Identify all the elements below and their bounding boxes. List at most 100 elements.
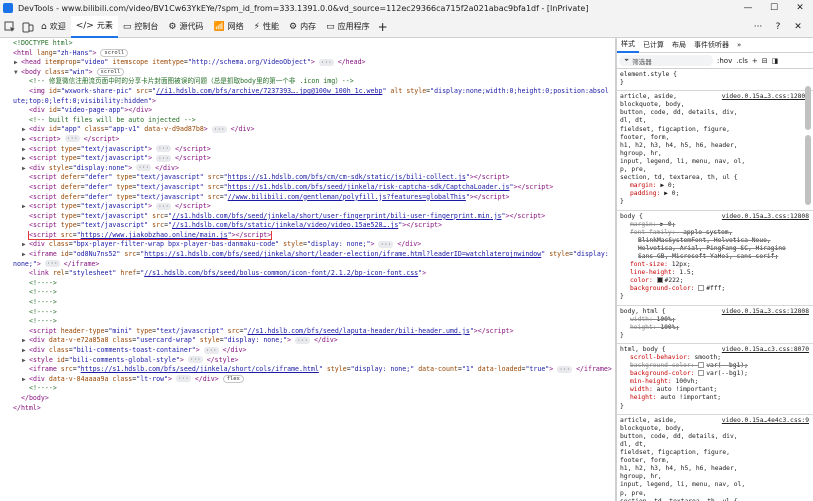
dom-node-line[interactable]: <img id="wxwork-share-pic" src="//i1.hds…	[0, 87, 615, 97]
css-rule[interactable]: element.style {}	[617, 69, 813, 92]
expand-triangle-icon[interactable]: ▶	[22, 135, 29, 145]
dom-node-line[interactable]: <script defer="defer" type="text/javascr…	[0, 173, 615, 183]
css-property[interactable]: font-size: 12px;	[620, 261, 810, 269]
css-rule[interactable]: article, aside, blockquote, body, button…	[617, 91, 813, 211]
expand-triangle-icon[interactable]: ▶	[22, 375, 29, 385]
css-property[interactable]: width: auto !important;	[620, 386, 810, 394]
css-rule[interactable]: body {video.0.15a…3.css:12808 margin: ▶ 0…	[617, 211, 813, 306]
css-property[interactable]: color: #222;	[620, 277, 810, 285]
maximize-button[interactable]: ☐	[761, 0, 787, 16]
tab-event-listeners[interactable]: 事件侦听器	[690, 38, 733, 53]
dom-node-line[interactable]: </body>	[0, 394, 615, 404]
styles-scrollbar-thumb-2[interactable]	[805, 135, 811, 205]
dom-node-line[interactable]: <iframe src="https://s1.hdslb.com/bfs/se…	[0, 365, 615, 375]
styles-scrollbar-thumb-1[interactable]	[805, 86, 811, 130]
dom-node-line[interactable]: <!---->	[0, 279, 615, 289]
css-property[interactable]: line-height: 1.5;	[620, 269, 810, 277]
more-tabs-button[interactable]: »	[733, 38, 745, 53]
tab-sources[interactable]: ⚙ 源代码	[163, 16, 208, 38]
dom-node-line[interactable]: <script type="text/javascript" src="//s1…	[0, 221, 615, 231]
dom-node-line[interactable]: <link rel="stylesheet" href="//s1.hdslb.…	[0, 269, 615, 279]
dom-node-line[interactable]: ▶ <div data-v-e72a85a8 class="usercard-wr…	[0, 336, 615, 346]
css-property[interactable]: margin: ▶ 0;	[620, 182, 810, 190]
dom-node-line[interactable]: </html>	[0, 404, 615, 414]
css-property[interactable]: background-color: #fff;	[620, 285, 810, 293]
css-property[interactable]: padding: ▶ 0;	[620, 190, 810, 198]
css-property[interactable]: Helvetica, Arial, PingFang SC, Hiragino	[620, 245, 810, 253]
dom-node-line[interactable]: ute;top:0;left:0;visibility:hidden">	[0, 97, 615, 107]
css-source-link[interactable]: video.0.15a…c3.css:8070	[722, 346, 809, 354]
dom-node-line[interactable]: ▶ <script type="text/javascript"> ··· </s…	[0, 202, 615, 212]
dom-node-line[interactable]: <script defer="defer" type="text/javascr…	[0, 193, 615, 203]
window-close-button[interactable]: ✕	[787, 0, 813, 16]
css-property[interactable]: height: auto !important;	[620, 394, 810, 402]
tab-network[interactable]: 📶 网络	[208, 16, 248, 38]
css-property[interactable]: height: 100%;	[620, 324, 810, 332]
dom-node-line[interactable]: ▶ <style id="bili-comments-global-style">…	[0, 356, 615, 366]
tab-welcome[interactable]: ⌂ 欢迎	[36, 16, 71, 38]
tab-styles[interactable]: 样式	[617, 38, 639, 53]
dom-node-line[interactable]: <!DOCTYPE html>	[0, 39, 615, 49]
dom-node-line[interactable]: ▶ <div data-v-84aaaa9a class="lt-row"> ··…	[0, 374, 615, 385]
tab-application[interactable]: ▭ 应用程序	[321, 16, 375, 38]
dom-node-line[interactable]: ▶ <iframe id="od8Nu7ns52" src="https://s1…	[0, 250, 615, 260]
dom-tree[interactable]: <!DOCTYPE html> <html lang="zh-Hans"> scr…	[0, 38, 615, 501]
dom-node-line[interactable]: <!---->	[0, 288, 615, 298]
dom-node-line[interactable]: <!---->	[0, 384, 615, 394]
dom-node-line[interactable]: <script header-type="mini" type="text/ja…	[0, 327, 615, 337]
collapse-triangle-icon[interactable]: ▼	[14, 68, 21, 78]
hover-state-button[interactable]: :hov	[717, 57, 732, 65]
css-rule[interactable]: html, body {video.0.15a…c3.css:8070 scrol…	[617, 344, 813, 415]
tab-computed[interactable]: 已计算	[639, 38, 668, 53]
expand-triangle-icon[interactable]: ▶	[22, 125, 29, 135]
new-rule-button[interactable]: +	[752, 57, 758, 65]
expand-triangle-icon[interactable]: ▶	[14, 58, 21, 68]
expand-triangle-icon[interactable]: ▶	[22, 356, 29, 366]
dom-node-line[interactable]: <div id="video-page-app"></div>	[0, 106, 615, 116]
sidebar-toggle-icon[interactable]: ◨	[772, 57, 779, 65]
color-swatch[interactable]	[656, 277, 663, 284]
css-source-link[interactable]: video.0.15a…3.css:12808	[722, 308, 809, 316]
dom-node-line[interactable]: ▶ <head itemprop="video" itemscope itemty…	[0, 58, 615, 68]
dom-node-line[interactable]: <script defer="defer" type="text/javascr…	[0, 183, 615, 193]
computed-toggle-icon[interactable]: ⊟	[762, 57, 768, 65]
dom-node-line[interactable]: <script type="text/javascript" src="//s1…	[0, 212, 615, 222]
dom-node-line[interactable]: <!-- built files will be auto injected -…	[0, 116, 615, 126]
dom-node-line[interactable]: ▶ <script type="text/javascript"> ··· </s…	[0, 145, 615, 155]
color-swatch[interactable]	[698, 285, 705, 292]
close-devtools-button[interactable]: ✕	[790, 16, 806, 38]
inspect-element-icon[interactable]	[2, 19, 18, 35]
css-property[interactable]: background-color: var(--bg1);	[620, 370, 810, 378]
tab-elements[interactable]: </> 元素	[70, 15, 118, 38]
css-property[interactable]: background-color: var(--bg1);	[620, 362, 810, 370]
class-toggle-button[interactable]: .cls	[736, 57, 748, 65]
color-swatch[interactable]	[698, 370, 705, 377]
expand-triangle-icon[interactable]: ▶	[22, 346, 29, 356]
css-source-link[interactable]: video.0.15a…4e4c3.css:9	[722, 417, 809, 425]
css-rule[interactable]: article, aside, blockquote, body, button…	[617, 415, 813, 501]
css-property[interactable]: width: 100%;	[620, 316, 810, 324]
dom-node-line[interactable]: ▼ <body class="win"> scroll	[0, 67, 615, 78]
help-icon[interactable]: ?	[770, 16, 786, 38]
dom-node-line[interactable]: ▶ <div style="display:none"> ··· </div>	[0, 164, 615, 174]
dom-node-line[interactable]: <!---->	[0, 298, 615, 308]
minimize-button[interactable]: —	[735, 0, 761, 16]
css-source-link[interactable]: video.0.15a…3.css:12808	[722, 213, 809, 221]
css-property[interactable]: Sans GB, Microsoft YaHei, sans-serif;	[620, 253, 810, 261]
expand-triangle-icon[interactable]: ▶	[22, 154, 29, 164]
css-property[interactable]: min-height: 100vh;	[620, 378, 810, 386]
dom-node-line[interactable]: ▶ <script> ··· </script>	[0, 135, 615, 145]
css-source-link[interactable]: video.0.15a…3.css:12808	[722, 93, 809, 101]
expand-triangle-icon[interactable]: ▶	[22, 145, 29, 155]
device-emulation-icon[interactable]	[20, 19, 36, 35]
expand-triangle-icon[interactable]: ▶	[22, 336, 29, 346]
expand-triangle-icon[interactable]: ▶	[22, 202, 29, 212]
more-tools-button[interactable]: ···	[750, 16, 766, 38]
tab-performance[interactable]: ⚡ 性能	[249, 16, 284, 38]
dom-node-line[interactable]: none;"> ··· </iframe>	[0, 260, 615, 270]
css-property[interactable]: BlinkMacSystemFont, Helvetica Neue,	[620, 237, 810, 245]
add-tab-button[interactable]: +	[378, 20, 388, 34]
dom-node-line[interactable]: ▶ <div class="bili-comments-toast-contain…	[0, 346, 615, 356]
expand-triangle-icon[interactable]: ▶	[22, 164, 29, 174]
expand-triangle-icon[interactable]: ▶	[22, 240, 29, 250]
